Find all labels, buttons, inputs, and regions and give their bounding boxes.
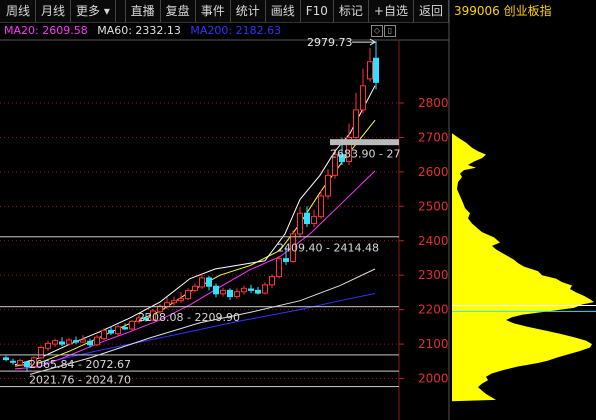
moving-average-lines	[14, 85, 376, 375]
candle-up	[129, 320, 135, 330]
candle-up	[318, 195, 324, 218]
candle-up	[94, 336, 100, 346]
candle-up	[262, 284, 268, 294]
candle-down	[122, 327, 128, 330]
candle-down	[283, 258, 289, 262]
volume-profile	[452, 133, 596, 402]
grid-layer	[0, 0, 450, 420]
candle-down	[59, 341, 65, 345]
candle-down	[227, 289, 233, 298]
zone-2021-line	[0, 370, 399, 372]
candle-up	[17, 360, 23, 366]
price-tick-label: 2200	[418, 303, 449, 317]
price-tick-label: 2800	[418, 96, 449, 110]
candle-up	[241, 287, 247, 293]
candle-up	[178, 298, 184, 302]
zone-2065-label: 2065.84 - 2072.67	[29, 358, 131, 371]
candle-up	[297, 212, 303, 235]
candle-up	[185, 289, 191, 300]
candle-up	[234, 291, 240, 298]
zone-2409-label: 2409.40 - 2414.48	[277, 242, 379, 255]
candle-up	[80, 339, 86, 343]
zone-2065-line	[0, 354, 399, 356]
candle-down	[373, 57, 379, 83]
candle-down	[304, 212, 310, 225]
price-tick-label: 2700	[418, 130, 449, 144]
price-tick-label: 2400	[418, 234, 449, 248]
price-tick-label: 2300	[418, 268, 449, 282]
candle-up	[276, 258, 282, 278]
candle-up	[45, 342, 51, 349]
zone-2208-label: 2208.08 - 2209.90	[138, 311, 240, 324]
candle-up	[115, 326, 121, 335]
price-tick-label: 2100	[418, 337, 449, 351]
zone-2683-line	[330, 139, 399, 146]
price-zones: 2683.90 - 27 2409.40 - 2414.48 2208.08 - 2…	[0, 36, 400, 388]
candle-down	[73, 340, 79, 343]
candle-down	[3, 357, 9, 361]
candle-up	[220, 289, 226, 295]
candle-up	[367, 61, 373, 80]
candle-down	[255, 289, 261, 294]
price-axis: 2800 2700 2600 2500 2400 2300 2200 2100 2000	[399, 96, 449, 386]
candle-up	[325, 174, 331, 197]
zone-2021-label: 2021.76 - 2024.70	[29, 373, 131, 386]
zone-2409-line	[0, 236, 399, 238]
candle-up	[171, 300, 177, 304]
candle-up	[199, 277, 205, 288]
candle-up	[66, 339, 72, 345]
candle-up	[192, 285, 198, 291]
candle-down	[206, 277, 212, 287]
price-tick-label: 2500	[418, 199, 449, 213]
zone-2208-line	[0, 306, 399, 308]
zone-2683-label: 2683.90 - 27	[330, 147, 400, 160]
candle-up	[38, 347, 44, 359]
candle-up	[101, 329, 107, 340]
candle-up	[353, 109, 359, 138]
candle-up	[360, 85, 366, 111]
high-price-label: 2979.73	[307, 36, 353, 49]
price-tick-label: 2000	[418, 372, 449, 386]
candle-down	[87, 340, 93, 346]
candle-up	[52, 340, 58, 345]
chart-area: 2683.90 - 27 2409.40 - 2414.48 2208.08 - 2…	[0, 0, 596, 420]
zone-1978-line	[0, 386, 399, 388]
candle-up	[311, 216, 317, 225]
candle-down	[108, 329, 114, 334]
price-tick-label: 2600	[418, 165, 449, 179]
candle-down	[213, 285, 219, 295]
candle-down	[248, 288, 254, 291]
candle-down	[10, 360, 16, 363]
volume-profile-shape	[452, 133, 594, 402]
candle-up	[269, 276, 275, 286]
